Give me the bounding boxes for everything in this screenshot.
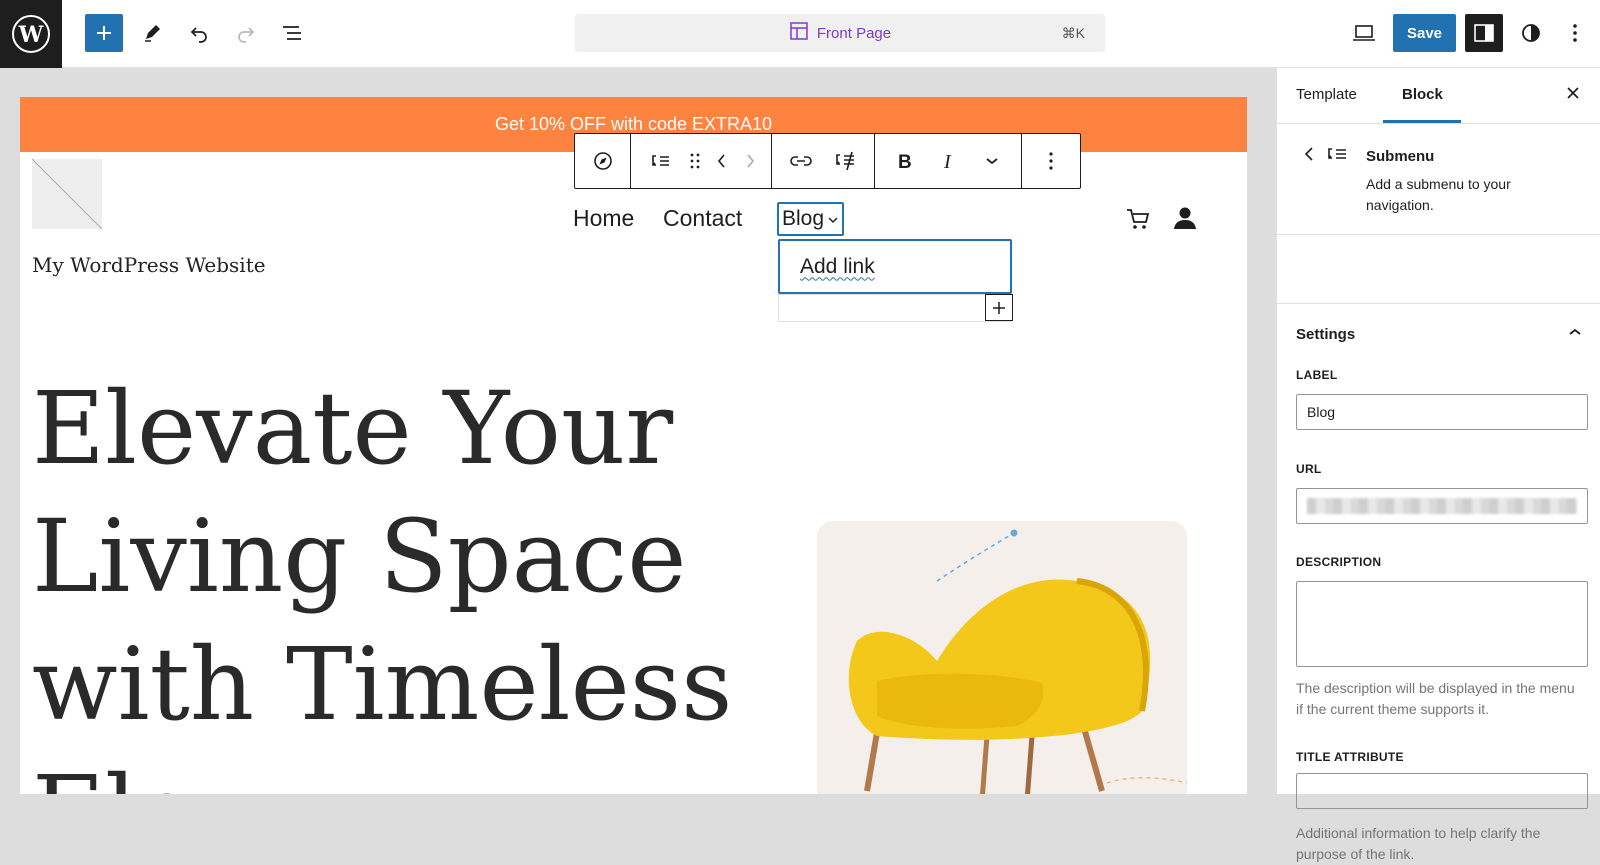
- cart-icon[interactable]: [1125, 206, 1151, 237]
- submenu-block-icon[interactable]: [641, 142, 679, 180]
- svg-text:B: B: [898, 152, 912, 171]
- blurred-url-value: [1307, 498, 1577, 514]
- settings-panel-heading[interactable]: Settings: [1296, 326, 1355, 343]
- sidebar-tabs: Template Block: [1277, 68, 1600, 124]
- nav-item-home[interactable]: Home: [573, 205, 634, 232]
- edit-tool-icon[interactable]: [133, 14, 171, 52]
- remove-submenu-icon[interactable]: [826, 142, 864, 180]
- tab-template[interactable]: Template: [1296, 86, 1357, 103]
- svg-text:W: W: [18, 22, 44, 48]
- submenu-icon: [1324, 144, 1350, 169]
- url-input[interactable]: [1296, 488, 1588, 524]
- label-input-value: Blog: [1307, 404, 1336, 420]
- chevron-down-icon: [827, 207, 839, 231]
- command-palette-bar[interactable]: Front Page ⌘K: [575, 14, 1105, 52]
- text-format-group: B I: [875, 134, 1022, 188]
- command-shortcut: ⌘K: [1061, 25, 1085, 41]
- title-attribute-input[interactable]: [1296, 773, 1588, 809]
- command-palette-title[interactable]: Front Page: [575, 14, 1105, 52]
- hero-heading[interactable]: Elevate Your Living Space with Timeless …: [32, 365, 752, 794]
- link-icon[interactable]: [782, 142, 820, 180]
- template-icon: [789, 21, 809, 45]
- promo-text: Get 10% OFF with code EXTRA10: [494, 114, 773, 134]
- title-attribute-help-text: Additional information to help clarify t…: [1296, 825, 1541, 862]
- italic-icon[interactable]: I: [929, 142, 967, 180]
- save-button[interactable]: Save: [1393, 14, 1456, 52]
- link-tools-group: [772, 134, 875, 188]
- nav-item-blog-submenu[interactable]: Blog: [777, 202, 845, 236]
- add-submenu-item-button[interactable]: [985, 294, 1013, 321]
- description-textarea[interactable]: [1296, 581, 1588, 667]
- current-template-name: Front Page: [816, 24, 892, 42]
- settings-sidebar-toggle-icon[interactable]: [1465, 14, 1503, 52]
- more-formats-chevron-icon[interactable]: [973, 142, 1011, 180]
- add-block-button[interactable]: [85, 14, 123, 52]
- description-field-label: DESCRIPTION: [1296, 555, 1382, 569]
- block-card-description: Add a submenu to your navigation.: [1366, 176, 1511, 213]
- account-icon[interactable]: [1171, 204, 1199, 237]
- wordpress-logo-icon[interactable]: W: [0, 0, 62, 68]
- editor-header: W Front Page ⌘K Save: [0, 0, 1600, 68]
- chevron-up-icon[interactable]: [1568, 324, 1582, 342]
- divider: [1277, 303, 1600, 304]
- block-toolbar: B I: [574, 133, 1081, 189]
- url-field-label: URL: [1296, 462, 1322, 476]
- redo-icon[interactable]: [227, 14, 265, 52]
- hero-product-image[interactable]: [817, 521, 1187, 794]
- block-options-group: [1022, 134, 1080, 188]
- svg-text:I: I: [943, 151, 952, 171]
- title-attribute-field-label: TITLE ATTRIBUTE: [1296, 750, 1404, 764]
- drag-handle-icon[interactable]: [685, 142, 705, 180]
- move-left-icon[interactable]: [711, 142, 733, 180]
- undo-icon[interactable]: [180, 14, 218, 52]
- bold-icon[interactable]: B: [885, 142, 923, 180]
- options-menu-icon[interactable]: [1558, 14, 1592, 52]
- nav-item-blog-label: Blog: [782, 207, 825, 230]
- submenu-add-link-input[interactable]: Add link: [778, 239, 1012, 294]
- styles-contrast-icon[interactable]: [1512, 14, 1550, 52]
- label-field-label: LABEL: [1296, 368, 1338, 382]
- description-help-text: The description will be displayed in the…: [1296, 680, 1575, 717]
- settings-sidebar: Template Block Submenu Add a submenu to …: [1276, 68, 1600, 862]
- block-transform-group: [631, 134, 772, 188]
- site-logo-placeholder[interactable]: [31, 158, 103, 230]
- move-right-icon[interactable]: [739, 142, 761, 180]
- add-link-placeholder: Add link: [800, 254, 875, 278]
- close-icon[interactable]: [1564, 84, 1582, 107]
- nav-item-contact[interactable]: Contact: [663, 205, 742, 232]
- block-options-icon[interactable]: [1032, 142, 1070, 180]
- block-card-title: Submenu: [1366, 148, 1435, 165]
- active-tab-indicator: [1383, 120, 1461, 123]
- document-overview-icon[interactable]: [274, 14, 312, 52]
- site-title[interactable]: My WordPress Website: [32, 253, 266, 277]
- back-chevron-icon[interactable]: [1303, 146, 1315, 167]
- tab-block[interactable]: Block: [1402, 86, 1443, 103]
- navigation-parent-button[interactable]: [575, 134, 631, 188]
- editor-canvas[interactable]: Get 10% OFF with code EXTRA10 My WordPre…: [20, 97, 1247, 794]
- device-preview-icon[interactable]: [1345, 14, 1383, 52]
- submenu-container: [778, 294, 1012, 322]
- label-input[interactable]: Blog: [1296, 394, 1588, 430]
